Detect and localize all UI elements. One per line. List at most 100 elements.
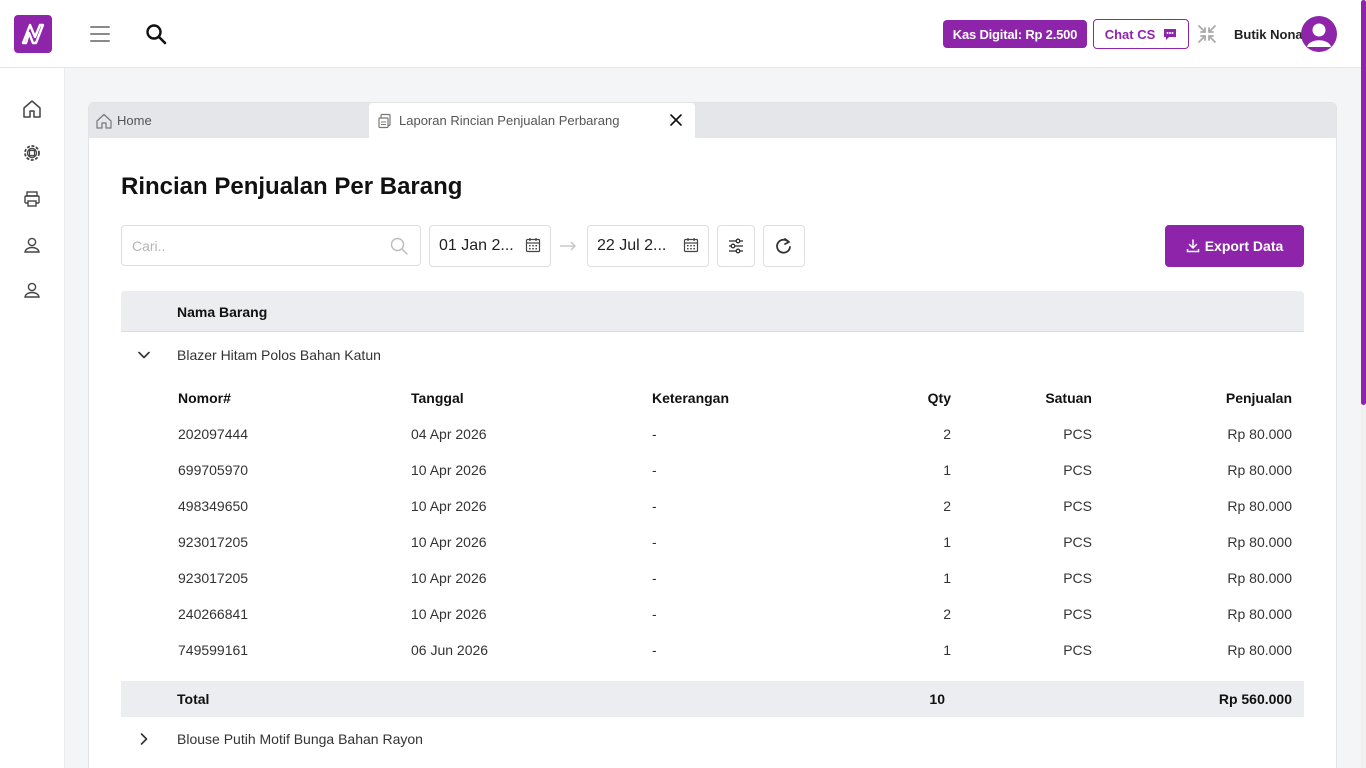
cell-qty: 1 (943, 570, 951, 586)
table-header: Nama Barang (121, 291, 1304, 332)
page-scrollbar[interactable] (1361, 0, 1366, 768)
cell-qty: 1 (943, 462, 951, 478)
date-to-picker[interactable]: 22 Jul 2... (587, 225, 709, 267)
date-to-value: 22 Jul 2... (597, 237, 667, 254)
sub-col-qty: Qty (927, 390, 951, 406)
refresh-button[interactable] (763, 225, 805, 267)
report-icon (378, 113, 391, 128)
cell-satuan: PCS (1063, 570, 1092, 586)
cell-qty: 2 (943, 498, 951, 514)
cell-tanggal: 04 Apr 2026 (411, 426, 487, 442)
cell-keterangan: - (652, 462, 657, 478)
hamburger-menu-icon[interactable] (90, 26, 110, 42)
export-data-label: Export Data (1204, 238, 1284, 254)
cell-qty: 1 (943, 534, 951, 550)
logo-icon (21, 23, 45, 45)
cell-keterangan: - (652, 426, 657, 442)
scrollbar-thumb[interactable] (1361, 0, 1366, 405)
download-icon (1186, 239, 1199, 253)
settings-gear-icon[interactable] (21, 142, 43, 164)
cell-keterangan: - (652, 570, 657, 586)
search-input[interactable] (122, 226, 362, 265)
tab-active-label: Laporan Rincian Penjualan Perbarang (399, 113, 620, 128)
top-bar: Kas Digital: Rp 2.500 Chat CS Butik Nona (0, 0, 1366, 68)
chevron-right-icon[interactable] (137, 732, 151, 746)
cell-keterangan: - (652, 606, 657, 622)
cell-satuan: PCS (1063, 642, 1092, 658)
search-field[interactable] (121, 225, 421, 266)
column-nama-barang: Nama Barang (177, 304, 268, 320)
kas-digital-button[interactable]: Kas Digital: Rp 2.500 (943, 20, 1087, 48)
sub-table-header: Nomor# Tanggal Keterangan Qty Satuan Pen… (121, 390, 1304, 410)
refresh-icon (776, 238, 791, 254)
cell-tanggal: 10 Apr 2026 (411, 498, 487, 514)
cell-penjualan: Rp 80.000 (1227, 642, 1292, 658)
chat-cs-button[interactable]: Chat CS (1093, 19, 1189, 49)
cell-satuan: PCS (1063, 534, 1092, 550)
cell-penjualan: Rp 80.000 (1227, 570, 1292, 586)
chat-cs-label: Chat CS (1104, 26, 1156, 42)
total-qty: 10 (929, 691, 945, 707)
cell-tanggal: 10 Apr 2026 (411, 534, 487, 550)
cell-penjualan: Rp 80.000 (1227, 534, 1292, 550)
cell-keterangan: - (652, 498, 657, 514)
search-icon[interactable] (145, 23, 167, 45)
cell-nomor: 749599161 (178, 642, 249, 658)
cell-keterangan: - (652, 642, 657, 658)
avatar[interactable] (1301, 16, 1337, 52)
username[interactable]: Butik Nona (1234, 27, 1303, 42)
page-title: Rincian Penjualan Per Barang (121, 173, 463, 200)
cell-penjualan: Rp 80.000 (1227, 606, 1292, 622)
sub-col-penjualan: Penjualan (1225, 390, 1292, 406)
total-row: Total 10 Rp 560.000 (121, 681, 1304, 717)
cell-tanggal: 10 Apr 2026 (411, 462, 487, 478)
cell-nomor: 923017205 (178, 534, 249, 550)
cell-satuan: PCS (1063, 498, 1092, 514)
sub-col-nomor: Nomor# (178, 390, 231, 406)
total-penjualan: Rp 560.000 (1218, 691, 1292, 707)
export-data-button[interactable]: Export Data (1165, 225, 1304, 267)
home-icon[interactable] (21, 98, 43, 120)
cell-tanggal: 10 Apr 2026 (411, 570, 487, 586)
group-name: Blazer Hitam Polos Bahan Katun (177, 347, 381, 363)
main-card: Home Laporan Rincian Penjualan Perbarang… (88, 102, 1337, 768)
group-row-blouse[interactable]: Blouse Putih Motif Bunga Bahan Rayon (121, 717, 1304, 761)
search-icon (390, 237, 408, 255)
cell-penjualan: Rp 80.000 (1227, 426, 1292, 442)
tab-bar: Home Laporan Rincian Penjualan Perbarang (89, 103, 1336, 138)
home-icon (96, 113, 112, 129)
cell-penjualan: Rp 80.000 (1227, 462, 1292, 478)
collapse-fullscreen-icon[interactable] (1197, 24, 1217, 44)
cell-nomor: 202097444 (178, 426, 249, 442)
calendar-icon (525, 238, 541, 253)
cell-qty: 2 (943, 426, 951, 442)
date-from-picker[interactable]: 01 Jan 2... (429, 225, 551, 267)
app-logo[interactable] (14, 15, 52, 53)
calendar-icon (683, 238, 699, 253)
date-from-value: 01 Jan 2... (439, 237, 514, 254)
printer-icon[interactable] (21, 188, 43, 210)
cell-keterangan: - (652, 534, 657, 550)
close-icon[interactable] (669, 113, 683, 127)
cell-satuan: PCS (1063, 462, 1092, 478)
cell-tanggal: 06 Jun 2026 (411, 642, 489, 658)
group-row-blazer[interactable]: Blazer Hitam Polos Bahan Katun (121, 333, 1304, 377)
sidebar (0, 68, 65, 768)
tab-home[interactable]: Home (95, 103, 365, 138)
cell-nomor: 240266841 (178, 606, 249, 622)
tab-laporan-rincian[interactable]: Laporan Rincian Penjualan Perbarang (369, 103, 695, 138)
user-icon[interactable] (21, 234, 43, 256)
user-icon[interactable] (21, 279, 43, 301)
chat-bubble-icon (1164, 28, 1177, 40)
cell-penjualan: Rp 80.000 (1227, 498, 1292, 514)
chevron-down-icon[interactable] (137, 348, 151, 362)
cell-nomor: 699705970 (178, 462, 249, 478)
tab-home-label: Home (117, 113, 152, 128)
filter-settings-button[interactable] (717, 225, 755, 267)
cell-qty: 2 (943, 606, 951, 622)
kas-digital-label: Kas Digital: Rp 2.500 (952, 26, 1078, 42)
user-avatar-icon (1307, 23, 1331, 47)
cell-nomor: 923017205 (178, 570, 249, 586)
group-name: Blouse Putih Motif Bunga Bahan Rayon (177, 731, 423, 747)
sub-col-keterangan: Keterangan (652, 390, 730, 406)
